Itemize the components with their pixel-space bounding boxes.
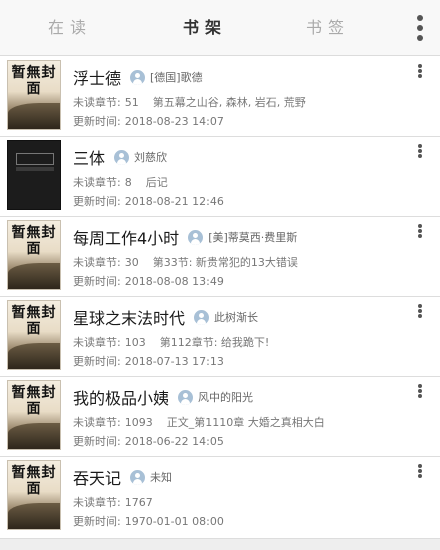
book-row[interactable]: 三体 刘慈欣 未读章节: 8 后记 更新时间: 2018-08-21 12:46 bbox=[0, 137, 440, 217]
book-author: [美]蒂莫西·费里斯 bbox=[208, 231, 298, 244]
cover-placeholder-text: 暂無封面 bbox=[11, 305, 57, 337]
author-icon bbox=[194, 309, 210, 325]
update-time: 更新时间: 2018-07-13 17:13 bbox=[73, 353, 224, 369]
updated-label: 更新时间: bbox=[73, 195, 121, 208]
book-row[interactable]: 暂無封面 星球之末法时代 此树渐长 未读章节: 103 第112章节: 给我跪下! … bbox=[0, 297, 440, 377]
tab-bookshelf[interactable]: 书架 bbox=[165, 0, 245, 56]
unread-count: 30 bbox=[124, 256, 139, 269]
unread-count: 103 bbox=[124, 336, 146, 349]
updated-label: 更新时间: bbox=[73, 355, 121, 368]
book-row[interactable]: 暂無封面 吞天记 未知 未读章节: 1767 更新时间: 1970-01-01 08… bbox=[0, 457, 440, 537]
author-icon bbox=[130, 69, 146, 85]
book-title: 每周工作4小时 bbox=[73, 229, 180, 248]
updated-label: 更新时间: bbox=[73, 515, 121, 528]
more-vertical-icon[interactable] bbox=[415, 463, 425, 479]
unread-count: 1767 bbox=[124, 496, 153, 509]
more-vertical-icon[interactable] bbox=[415, 63, 425, 79]
tab-bar: 在读 书架 书签 bbox=[0, 0, 440, 56]
updated-value: 1970-01-01 08:00 bbox=[124, 515, 224, 528]
update-time: 更新时间: 1970-01-01 08:00 bbox=[73, 513, 224, 529]
latest-chapter: 第33节: 新贵常犯的13大错误 bbox=[152, 256, 298, 269]
updated-label: 更新时间: bbox=[73, 275, 121, 288]
unread-chapters: 未读章节: 1767 bbox=[73, 494, 167, 510]
update-time: 更新时间: 2018-06-22 14:05 bbox=[73, 433, 224, 449]
update-time: 更新时间: 2018-08-23 14:07 bbox=[73, 113, 224, 129]
book-cover: 暂無封面 bbox=[7, 300, 61, 370]
more-vertical-icon[interactable] bbox=[415, 143, 425, 159]
updated-value: 2018-08-23 14:07 bbox=[124, 115, 224, 128]
tab-reading[interactable]: 在读 bbox=[30, 0, 110, 56]
unread-label: 未读章节: bbox=[73, 416, 121, 429]
unread-label: 未读章节: bbox=[73, 176, 121, 189]
book-cover: 暂無封面 bbox=[7, 460, 61, 530]
updated-value: 2018-07-13 17:13 bbox=[124, 355, 224, 368]
unread-chapters: 未读章节: 1093 正文_第1110章 大婚之真相大白 bbox=[73, 414, 325, 430]
latest-chapter: 正文_第1110章 大婚之真相大白 bbox=[166, 416, 325, 429]
updated-label: 更新时间: bbox=[73, 435, 121, 448]
updated-value: 2018-06-22 14:05 bbox=[124, 435, 224, 448]
unread-chapters: 未读章节: 30 第33节: 新贵常犯的13大错误 bbox=[73, 254, 298, 270]
unread-count: 8 bbox=[124, 176, 132, 189]
book-cover: 暂無封面 bbox=[7, 380, 61, 450]
update-time: 更新时间: 2018-08-21 12:46 bbox=[73, 193, 224, 209]
book-cover: 暂無封面 bbox=[7, 60, 61, 130]
cover-placeholder-text: 暂無封面 bbox=[11, 225, 57, 257]
cover-placeholder-text: 暂無封面 bbox=[11, 385, 57, 417]
cover-placeholder-text: 暂無封面 bbox=[11, 65, 57, 97]
book-author: 风中的阳光 bbox=[198, 391, 254, 404]
more-vertical-icon[interactable] bbox=[408, 12, 432, 44]
more-vertical-icon[interactable] bbox=[415, 383, 425, 399]
bottom-bar bbox=[0, 538, 440, 550]
tab-bookmarks[interactable]: 书签 bbox=[288, 0, 368, 56]
book-title: 浮士德 bbox=[73, 69, 122, 88]
book-title: 我的极品小姨 bbox=[73, 389, 170, 408]
author-icon bbox=[178, 389, 194, 405]
unread-count: 51 bbox=[124, 96, 139, 109]
unread-label: 未读章节: bbox=[73, 96, 121, 109]
book-author: [德国]歌德 bbox=[150, 71, 203, 84]
latest-chapter: 第五幕之山谷, 森林, 岩石, 荒野 bbox=[152, 96, 306, 109]
latest-chapter: 后记 bbox=[145, 176, 168, 189]
book-row[interactable]: 暂無封面 每周工作4小时 [美]蒂莫西·费里斯 未读章节: 30 第33节: 新贵常… bbox=[0, 217, 440, 297]
unread-label: 未读章节: bbox=[73, 496, 121, 509]
book-title: 星球之末法时代 bbox=[73, 309, 186, 328]
more-vertical-icon[interactable] bbox=[415, 303, 425, 319]
book-cover: 暂無封面 bbox=[7, 220, 61, 290]
book-title: 三体 bbox=[73, 149, 106, 168]
more-vertical-icon[interactable] bbox=[415, 223, 425, 239]
author-icon bbox=[130, 469, 146, 485]
author-icon bbox=[188, 229, 204, 245]
unread-label: 未读章节: bbox=[73, 256, 121, 269]
unread-label: 未读章节: bbox=[73, 336, 121, 349]
book-title: 吞天记 bbox=[73, 469, 122, 488]
unread-chapters: 未读章节: 51 第五幕之山谷, 森林, 岩石, 荒野 bbox=[73, 94, 306, 110]
book-row[interactable]: 暂無封面 我的极品小姨 风中的阳光 未读章节: 1093 正文_第1110章 大婚之… bbox=[0, 377, 440, 457]
updated-value: 2018-08-21 12:46 bbox=[124, 195, 224, 208]
book-author: 未知 bbox=[150, 471, 173, 484]
updated-value: 2018-08-08 13:49 bbox=[124, 275, 224, 288]
unread-count: 1093 bbox=[124, 416, 153, 429]
book-author: 此树渐长 bbox=[214, 311, 259, 324]
cover-placeholder-text: 暂無封面 bbox=[11, 465, 57, 497]
unread-chapters: 未读章节: 8 后记 bbox=[73, 174, 168, 190]
book-author: 刘慈欣 bbox=[134, 151, 168, 164]
update-time: 更新时间: 2018-08-08 13:49 bbox=[73, 273, 224, 289]
book-cover bbox=[7, 140, 61, 210]
latest-chapter: 第112章节: 给我跪下! bbox=[159, 336, 270, 349]
updated-label: 更新时间: bbox=[73, 115, 121, 128]
unread-chapters: 未读章节: 103 第112章节: 给我跪下! bbox=[73, 334, 269, 350]
author-icon bbox=[114, 149, 130, 165]
book-row[interactable]: 暂無封面 浮士德 [德国]歌德 未读章节: 51 第五幕之山谷, 森林, 岩石, 荒… bbox=[0, 57, 440, 137]
